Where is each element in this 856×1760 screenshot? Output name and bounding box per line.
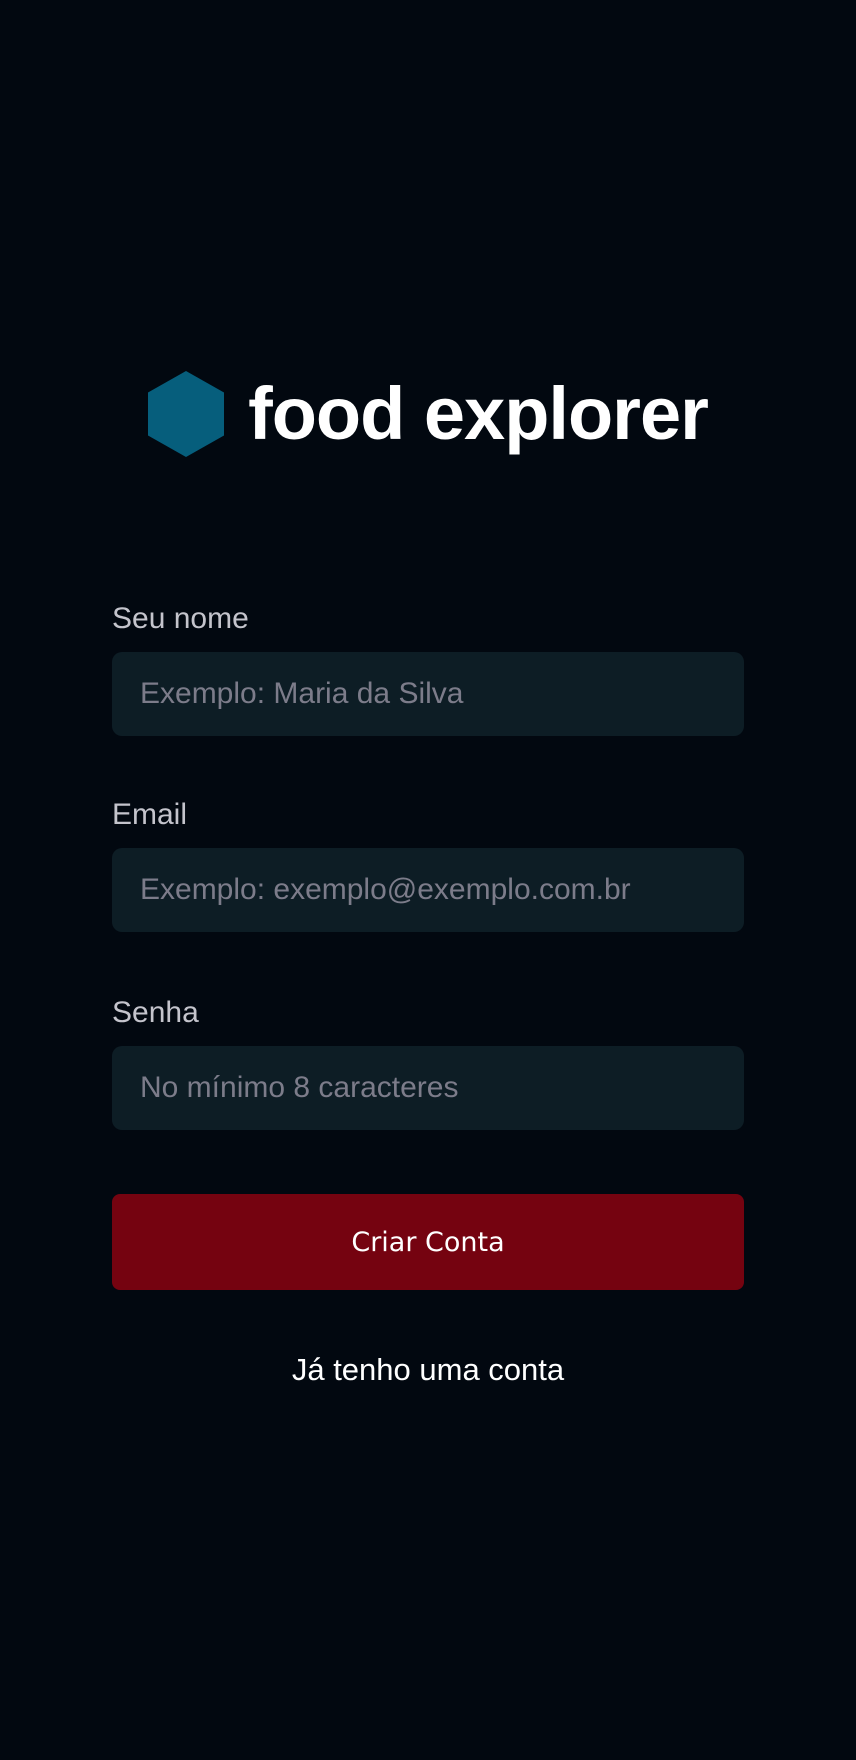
email-label: Email — [112, 798, 188, 831]
name-input[interactable] — [112, 652, 744, 736]
brand-name: food explorer — [248, 372, 709, 455]
hexagon-icon — [148, 371, 225, 457]
name-label: Seu nome — [112, 602, 249, 635]
password-input[interactable] — [112, 1046, 744, 1130]
login-link[interactable]: Já tenho uma conta — [0, 1354, 856, 1385]
create-account-button[interactable]: Criar Conta — [112, 1194, 744, 1290]
email-input[interactable] — [112, 848, 744, 932]
password-label: Senha — [112, 996, 199, 1029]
brand-logo: food explorer — [0, 368, 856, 460]
